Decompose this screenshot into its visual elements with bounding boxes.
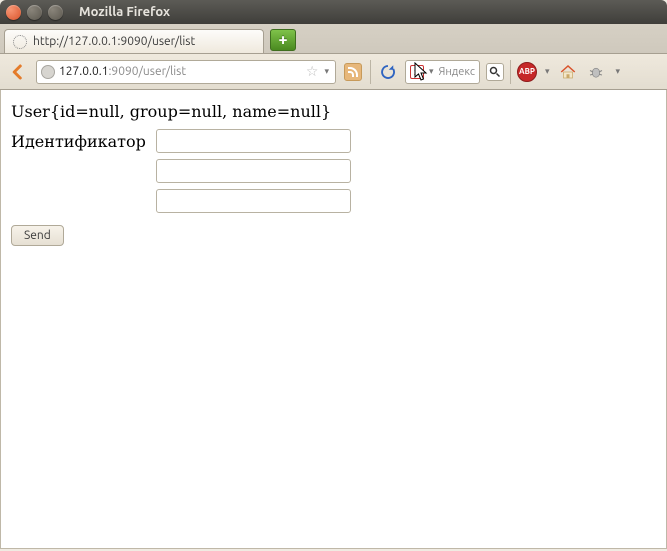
new-tab-button[interactable]: + — [270, 29, 296, 51]
home-button[interactable] — [557, 61, 579, 83]
search-box[interactable]: Я ▾ Яндекс — [405, 60, 480, 84]
window-minimize-button[interactable] — [27, 5, 42, 20]
toolbar-separator — [370, 60, 371, 84]
input-id[interactable] — [156, 129, 351, 153]
window-maximize-button[interactable] — [48, 5, 63, 20]
tab-strip: http://127.0.0.1:9090/user/list + — [0, 24, 667, 54]
addon-dropdown-icon[interactable]: ▾ — [613, 66, 622, 77]
page-content: User{id=null, group=null, name=null} Иде… — [0, 90, 667, 549]
url-text[interactable]: 127.0.0.1:9090/user/list — [59, 65, 302, 78]
toolbar-separator — [510, 60, 511, 84]
form-row-group — [11, 159, 656, 183]
addon-button[interactable] — [585, 61, 607, 83]
search-submit-button[interactable] — [486, 63, 504, 81]
bookmark-star-icon[interactable]: ☆ — [306, 63, 319, 80]
rss-icon — [344, 63, 362, 81]
bug-icon — [587, 63, 605, 81]
abp-dropdown-icon[interactable]: ▾ — [543, 66, 552, 77]
reload-button[interactable] — [377, 61, 399, 83]
search-placeholder: Яндекс — [439, 66, 475, 78]
rss-button[interactable] — [342, 61, 364, 83]
window-titlebar: Mozilla Firefox — [0, 0, 667, 24]
plus-icon: + — [278, 31, 287, 49]
form-row-id: Идентификатор — [11, 129, 656, 153]
magnifier-icon — [489, 66, 501, 78]
reload-icon — [379, 63, 397, 81]
input-name[interactable] — [156, 189, 351, 213]
label-id: Идентификатор — [11, 132, 156, 151]
search-engine-dropdown-icon[interactable]: ▾ — [427, 66, 436, 77]
loading-throbber-icon — [13, 35, 27, 49]
navigation-toolbar: 127.0.0.1:9090/user/list ☆ ▾ Я ▾ Яндекс … — [0, 54, 667, 90]
tab-label: http://127.0.0.1:9090/user/list — [33, 35, 195, 48]
window-close-button[interactable] — [6, 5, 21, 20]
browser-tab-active[interactable]: http://127.0.0.1:9090/user/list — [4, 29, 264, 53]
back-arrow-icon — [9, 63, 27, 81]
url-bar[interactable]: 127.0.0.1:9090/user/list ☆ ▾ — [36, 60, 336, 84]
globe-icon — [41, 65, 55, 79]
submit-button[interactable]: Send — [11, 225, 64, 246]
user-tostring-text: User{id=null, group=null, name=null} — [11, 102, 656, 121]
input-group[interactable] — [156, 159, 351, 183]
urlbar-dropdown-icon[interactable]: ▾ — [322, 66, 331, 77]
adblock-button[interactable]: ABP — [517, 62, 537, 82]
home-icon — [559, 63, 577, 81]
back-button[interactable] — [6, 60, 30, 84]
yandex-icon: Я — [410, 65, 424, 79]
form-row-name — [11, 189, 656, 213]
window-title: Mozilla Firefox — [79, 5, 170, 19]
abp-label: ABP — [519, 67, 535, 76]
